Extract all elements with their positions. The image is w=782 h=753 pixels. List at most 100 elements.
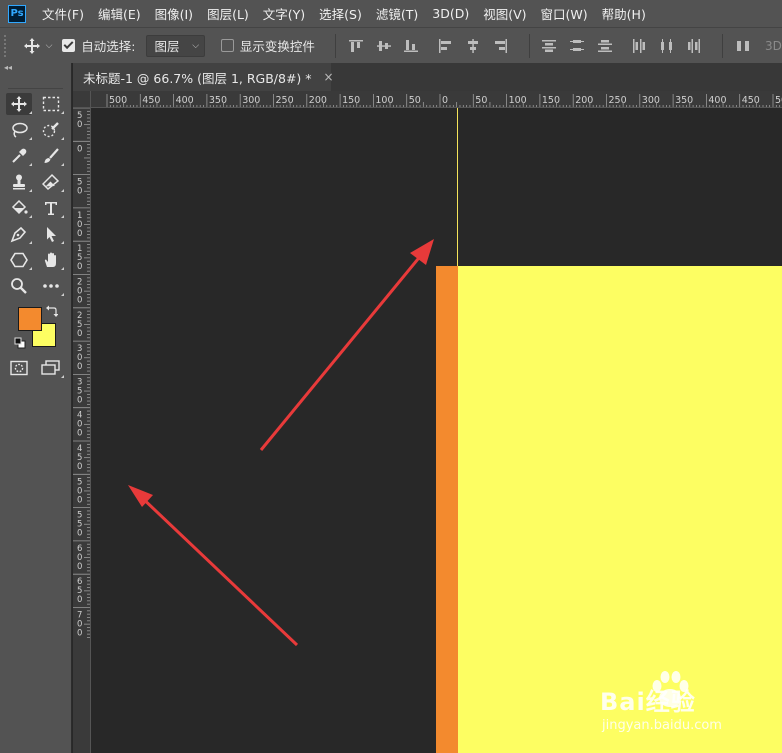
align-left-icon[interactable]	[435, 36, 455, 56]
tools-panel-grip[interactable]	[8, 73, 63, 89]
distribute-spacing-icon[interactable]	[733, 36, 753, 56]
ruler-h-label: 500	[775, 95, 782, 106]
document-tab-title: 未标题-1 @ 66.7% (图层 1, RGB/8#) *	[83, 70, 312, 86]
quick-mask-icon[interactable]	[6, 357, 32, 379]
brush-icon[interactable]	[38, 145, 64, 167]
vertical-ruler-ticks: 5005010015020025030035040045050055060065…	[73, 108, 90, 639]
ruler-v-label: 0	[77, 395, 82, 405]
transform-controls-checkbox[interactable]	[221, 39, 234, 52]
ruler-h-label: 400	[708, 95, 726, 106]
menu-3d[interactable]: 3D(D)	[432, 6, 469, 21]
path-select-icon[interactable]	[38, 223, 64, 245]
eraser-icon[interactable]	[38, 171, 64, 193]
screen-mode-icon[interactable]	[38, 357, 64, 379]
ruler-h-label: 150	[542, 95, 560, 106]
foreground-color-swatch[interactable]	[18, 307, 42, 331]
options-bar: ⌵ 自动选择: 图层 ⌵ 显示变换控件 3D	[0, 27, 782, 63]
type-icon[interactable]	[38, 197, 64, 219]
annotation-arrow-upper-head	[410, 239, 434, 265]
menu-window[interactable]: 窗口(W)	[541, 4, 588, 23]
ruler-h-label: 500	[109, 95, 127, 106]
swap-colors-icon[interactable]	[44, 303, 60, 319]
watermark-brand: Bai经验	[600, 688, 696, 716]
align-vcenter-icon[interactable]	[374, 36, 394, 56]
ruler-h-label: 50	[475, 95, 487, 106]
eyedropper-icon[interactable]	[6, 145, 32, 167]
align-bottom-icon[interactable]	[401, 36, 421, 56]
distribute-bottom-icon[interactable]	[595, 36, 615, 56]
distribute-vcenter-icon[interactable]	[567, 36, 587, 56]
menu-view[interactable]: 视图(V)	[483, 4, 526, 23]
auto-select-target-dropdown[interactable]: 图层 ⌵	[145, 34, 206, 57]
tools-panel: ◂◂	[0, 63, 72, 753]
ruler-h-label: 250	[609, 95, 627, 106]
ruler-h-label: 300	[242, 95, 260, 106]
mode-3d-label[interactable]: 3D	[765, 39, 782, 53]
ruler-v-label: 0	[77, 229, 82, 239]
watermark-url: jingyan.baidu.com	[602, 718, 722, 733]
distribute-right-icon[interactable]	[684, 36, 704, 56]
collapse-panel-icon[interactable]: ◂◂	[0, 63, 71, 73]
ruler-h-label: 450	[142, 95, 160, 106]
ruler-h-label: 200	[309, 95, 327, 106]
pen-icon[interactable]	[6, 223, 32, 245]
ruler-v-label: 0	[77, 429, 82, 439]
ruler-v-label: 0	[77, 529, 82, 539]
ruler-h-label: 0	[442, 95, 448, 106]
ruler-h-label: 400	[176, 95, 194, 106]
align-top-icon[interactable]	[346, 36, 366, 56]
distribute-top-icon[interactable]	[540, 36, 560, 56]
lasso-icon[interactable]	[6, 119, 32, 141]
ruler-v-label: 0	[77, 462, 82, 472]
menu-filter[interactable]: 滤镜(T)	[376, 4, 418, 23]
ruler-h-label: 100	[375, 95, 393, 106]
ruler-h-label: 250	[276, 95, 294, 106]
menu-help[interactable]: 帮助(H)	[602, 4, 646, 23]
options-grip[interactable]	[4, 34, 8, 57]
document-tab[interactable]: 未标题-1 @ 66.7% (图层 1, RGB/8#) * ×	[73, 63, 334, 91]
menu-image[interactable]: 图像(I)	[155, 4, 193, 23]
horizontal-ruler[interactable]: 500 450 400 350 300 250 200 150 100 50 0 50 100 150 20…	[91, 91, 782, 108]
menu-file[interactable]: 文件(F)	[42, 4, 84, 23]
ruler-h-label: 200	[575, 95, 593, 106]
marquee-icon[interactable]	[38, 93, 64, 115]
distribute-hcenter-icon[interactable]	[657, 36, 677, 56]
align-right-icon[interactable]	[491, 36, 511, 56]
ruler-v-label: 0	[77, 144, 82, 154]
menu-type[interactable]: 文字(Y)	[263, 4, 305, 23]
auto-select-label: 自动选择:	[81, 39, 136, 54]
move-tool-preset-icon[interactable]	[14, 37, 50, 55]
annotation-arrow-upper-line	[259, 247, 429, 451]
horizontal-ruler-ticks: 500 450 400 350 300 250 200 150 100 50 0 50 100 150 20…	[106, 94, 782, 107]
canvas-area[interactable]	[91, 108, 782, 753]
vertical-ruler[interactable]: 5005010015020025030035040045050055060065…	[73, 108, 91, 753]
options-divider	[722, 33, 724, 58]
options-divider	[334, 33, 336, 58]
ruler-h-label: 100	[509, 95, 527, 106]
annotation-arrows	[128, 239, 434, 647]
ruler-origin[interactable]	[73, 91, 91, 108]
align-hcenter-icon[interactable]	[463, 36, 483, 56]
more-icon[interactable]	[38, 275, 64, 297]
hand-icon[interactable]	[38, 249, 64, 271]
polygon-icon[interactable]	[6, 249, 32, 271]
options-divider	[528, 33, 530, 58]
menu-edit[interactable]: 编辑(E)	[98, 4, 141, 23]
ruler-v-label: 0	[77, 495, 82, 505]
default-colors-icon[interactable]	[12, 335, 28, 351]
menu-layer[interactable]: 图层(L)	[207, 4, 249, 23]
move-icon[interactable]	[6, 93, 32, 115]
distribute-left-icon[interactable]	[629, 36, 649, 56]
ruler-v-label: 0	[77, 120, 82, 130]
auto-select-checkbox[interactable]	[62, 39, 76, 52]
ruler-v-label: 0	[77, 296, 82, 306]
paint-bucket-icon[interactable]	[6, 197, 32, 219]
app-logo[interactable]: Ps	[8, 4, 26, 23]
menu-select[interactable]: 选择(S)	[319, 4, 362, 23]
close-icon[interactable]: ×	[324, 70, 334, 84]
ruler-v-label: 0	[77, 262, 82, 272]
quick-select-icon[interactable]	[38, 119, 64, 141]
zoom-icon[interactable]	[6, 275, 32, 297]
stamp-icon[interactable]	[6, 171, 32, 193]
preset-caret-icon[interactable]: ⌵	[46, 41, 53, 51]
